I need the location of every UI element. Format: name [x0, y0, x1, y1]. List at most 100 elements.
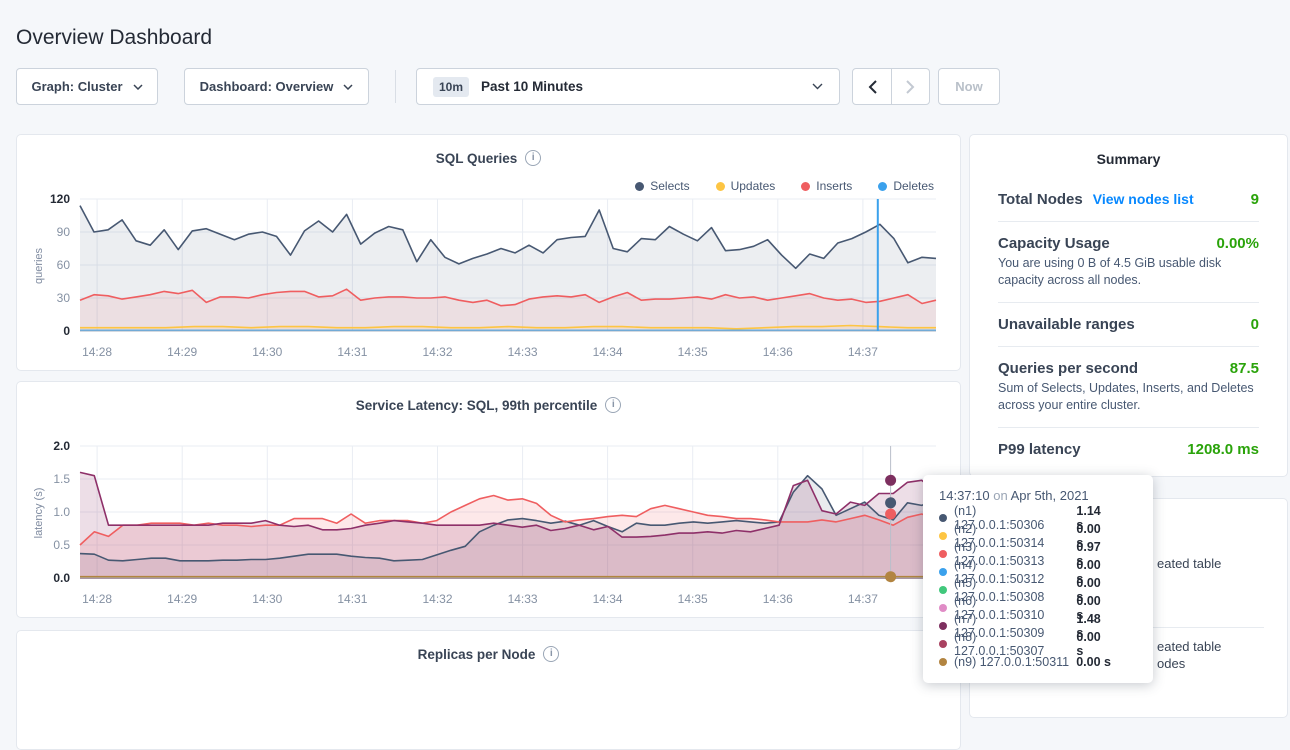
summary-item-value: 9 [1251, 191, 1259, 208]
dashboard-dropdown-label: Dashboard: Overview [200, 79, 334, 94]
event-text-fragment: eated table [1157, 556, 1221, 571]
legend-dot-icon [801, 182, 810, 191]
svg-text:14:28: 14:28 [82, 592, 112, 606]
toolbar-divider [395, 70, 396, 103]
svg-text:1.0: 1.0 [53, 505, 70, 519]
svg-text:2.0: 2.0 [53, 439, 70, 453]
svg-text:14:29: 14:29 [167, 592, 197, 606]
info-icon[interactable]: i [543, 646, 559, 662]
node-color-dot-icon [939, 586, 947, 594]
tooltip-row: (n9) 127.0.0.1:50311 0.00 s [939, 653, 1137, 671]
sql-queries-panel: SQL Queries i SelectsUpdatesInsertsDelet… [16, 134, 961, 371]
chart-tooltip: 14:37:10 on Apr 5th, 2021 (n1) 127.0.0.1… [923, 475, 1153, 683]
graph-dropdown-label: Graph: Cluster [31, 79, 122, 94]
chevron-down-icon [133, 84, 143, 90]
node-color-dot-icon [939, 604, 947, 612]
legend-dot-icon [716, 182, 725, 191]
summary-item: Total Nodes View nodes list 9 [998, 191, 1259, 221]
info-icon[interactable]: i [525, 150, 541, 166]
svg-text:14:37: 14:37 [848, 345, 878, 359]
legend-dot-icon [635, 182, 644, 191]
node-color-dot-icon [939, 514, 947, 522]
sql-queries-title: SQL Queries [436, 151, 518, 166]
svg-text:60: 60 [57, 258, 71, 272]
svg-text:14:30: 14:30 [252, 345, 282, 359]
svg-text:14:37: 14:37 [848, 592, 878, 606]
summary-item-value: 0 [1251, 316, 1259, 333]
summary-item: P99 latency 1208.0 ms [998, 427, 1259, 471]
sql-queries-chart[interactable]: 0 30 60 90 120 14:28 14:29 14:30 14:31 14:32 14:33… [17, 191, 960, 363]
summary-item-value: 87.5 [1230, 360, 1259, 377]
time-range-badge: 10m [433, 77, 469, 97]
svg-text:14:32: 14:32 [422, 592, 452, 606]
time-range-selector[interactable]: 10m Past 10 Minutes [416, 68, 840, 105]
summary-item: Queries per second 87.5 Sum of Selects, Up… [998, 346, 1259, 427]
node-color-dot-icon [939, 640, 947, 648]
summary-item-label: Capacity Usage [998, 235, 1110, 252]
svg-text:14:31: 14:31 [337, 345, 367, 359]
legend-dot-icon [878, 182, 887, 191]
summary-item-value: 1208.0 ms [1187, 441, 1259, 458]
node-color-dot-icon [939, 532, 947, 540]
svg-text:14:33: 14:33 [508, 345, 538, 359]
summary-item-label: Total Nodes [998, 191, 1083, 208]
node-color-dot-icon [939, 550, 947, 558]
next-range-button [891, 69, 929, 104]
svg-text:14:35: 14:35 [678, 592, 708, 606]
node-color-dot-icon [939, 658, 947, 666]
event-text-fragment: eated table [1157, 639, 1221, 654]
chevron-down-icon [812, 83, 823, 90]
svg-text:30: 30 [57, 291, 71, 305]
tooltip-node-label: (n8) 127.0.0.1:50307 [954, 630, 1069, 658]
svg-text:14:29: 14:29 [167, 345, 197, 359]
summary-item-description: Sum of Selects, Updates, Inserts, and De… [998, 380, 1259, 414]
chevron-right-icon [906, 80, 915, 94]
time-range-nav [852, 68, 930, 105]
summary-panel: Summary Total Nodes View nodes list 9 Capac… [969, 134, 1288, 477]
tooltip-row: (n8) 127.0.0.1:503070.00 s [939, 635, 1137, 653]
replicas-per-node-title: Replicas per Node [418, 647, 536, 662]
chevron-left-icon [868, 80, 877, 94]
svg-text:14:36: 14:36 [763, 592, 793, 606]
summary-item-label: Unavailable ranges [998, 316, 1135, 333]
tooltip-node-value: 0.00 s [1076, 630, 1137, 658]
replicas-per-node-panel: Replicas per Node i [16, 630, 961, 750]
svg-text:14:28: 14:28 [82, 345, 112, 359]
tooltip-timestamp: 14:37:10 on Apr 5th, 2021 [939, 488, 1137, 503]
svg-text:0.5: 0.5 [53, 538, 70, 552]
summary-item-value: 0.00% [1216, 235, 1259, 252]
svg-text:14:34: 14:34 [593, 345, 623, 359]
summary-item: Capacity Usage 0.00% You are using 0 B of … [998, 221, 1259, 302]
service-latency-title: Service Latency: SQL, 99th percentile [356, 398, 598, 413]
svg-text:90: 90 [57, 225, 71, 239]
chevron-down-icon [343, 84, 353, 90]
service-latency-chart[interactable]: 0.00.51.01.52.014:2814:2914:3014:3114:32… [17, 438, 960, 610]
tooltip-node-label: (n9) 127.0.0.1:50311 [954, 655, 1069, 669]
svg-text:14:32: 14:32 [422, 345, 452, 359]
service-latency-panel: Service Latency: SQL, 99th percentile i … [16, 381, 961, 618]
svg-text:14:30: 14:30 [252, 592, 282, 606]
summary-title: Summary [998, 135, 1259, 191]
graph-dropdown[interactable]: Graph: Cluster [16, 68, 158, 105]
now-button: Now [938, 68, 1000, 105]
summary-item-label: Queries per second [998, 360, 1138, 377]
view-nodes-list-link[interactable]: View nodes list [1093, 191, 1194, 207]
time-range-label: Past 10 Minutes [481, 79, 583, 94]
svg-text:14:36: 14:36 [763, 345, 793, 359]
svg-text:14:34: 14:34 [593, 592, 623, 606]
summary-item: Unavailable ranges 0 [998, 302, 1259, 346]
info-icon[interactable]: i [605, 397, 621, 413]
page-title: Overview Dashboard [16, 26, 212, 50]
node-color-dot-icon [939, 622, 947, 630]
summary-item-description: You are using 0 B of 4.5 GiB usable disk… [998, 255, 1259, 289]
tooltip-node-value: 0.00 s [1076, 655, 1137, 669]
summary-item-label: P99 latency [998, 441, 1081, 458]
event-text-fragment: odes [1157, 656, 1185, 671]
prev-range-button[interactable] [853, 69, 891, 104]
svg-text:120: 120 [50, 192, 70, 206]
node-color-dot-icon [939, 568, 947, 576]
svg-text:14:33: 14:33 [508, 592, 538, 606]
svg-text:14:35: 14:35 [678, 345, 708, 359]
svg-text:0: 0 [63, 324, 70, 338]
dashboard-dropdown[interactable]: Dashboard: Overview [184, 68, 369, 105]
